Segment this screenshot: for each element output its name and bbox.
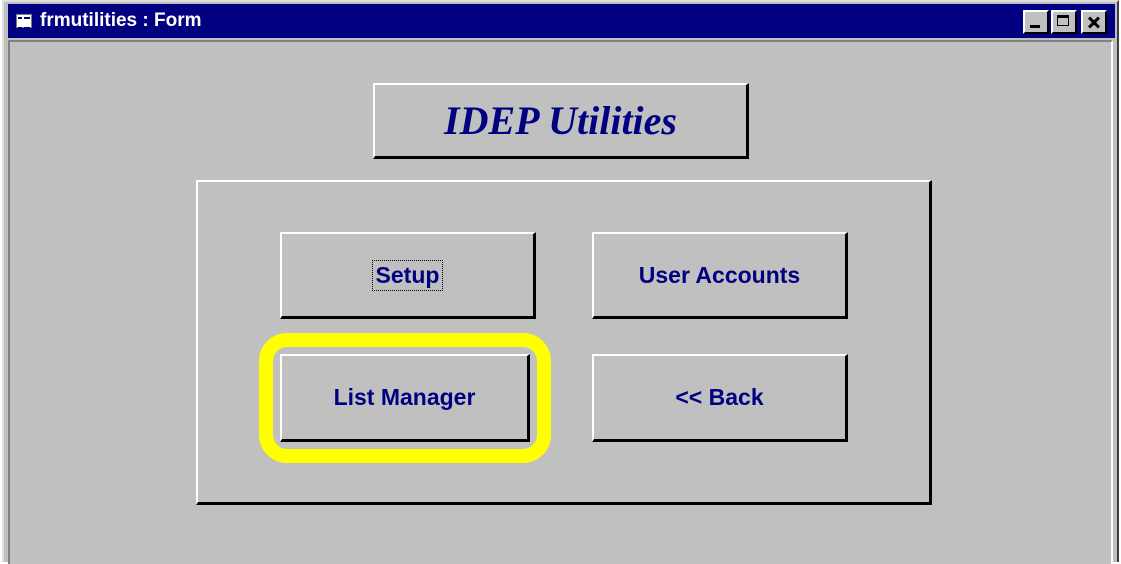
button-panel bbox=[196, 180, 932, 505]
maximize-icon[interactable] bbox=[1051, 10, 1077, 34]
form-heading: IDEP Utilities bbox=[373, 83, 749, 159]
setup-button-label: Setup bbox=[371, 259, 444, 291]
back-button[interactable]: << Back bbox=[592, 354, 848, 442]
list-manager-button-label: List Manager bbox=[333, 384, 476, 410]
form-heading-label: IDEP Utilities bbox=[444, 98, 677, 143]
list-manager-button[interactable]: List Manager bbox=[280, 354, 530, 442]
setup-button[interactable]: Setup bbox=[280, 232, 536, 319]
close-icon[interactable] bbox=[1081, 10, 1107, 34]
user-accounts-button-label: User Accounts bbox=[638, 261, 801, 288]
title-bar[interactable]: frmutilities : Form bbox=[8, 4, 1115, 38]
window-title: frmutilities : Form bbox=[40, 10, 202, 31]
back-button-label: << Back bbox=[675, 384, 764, 410]
form-icon[interactable] bbox=[16, 14, 32, 29]
minimize-icon[interactable] bbox=[1023, 10, 1049, 34]
user-accounts-button[interactable]: User Accounts bbox=[592, 232, 848, 319]
